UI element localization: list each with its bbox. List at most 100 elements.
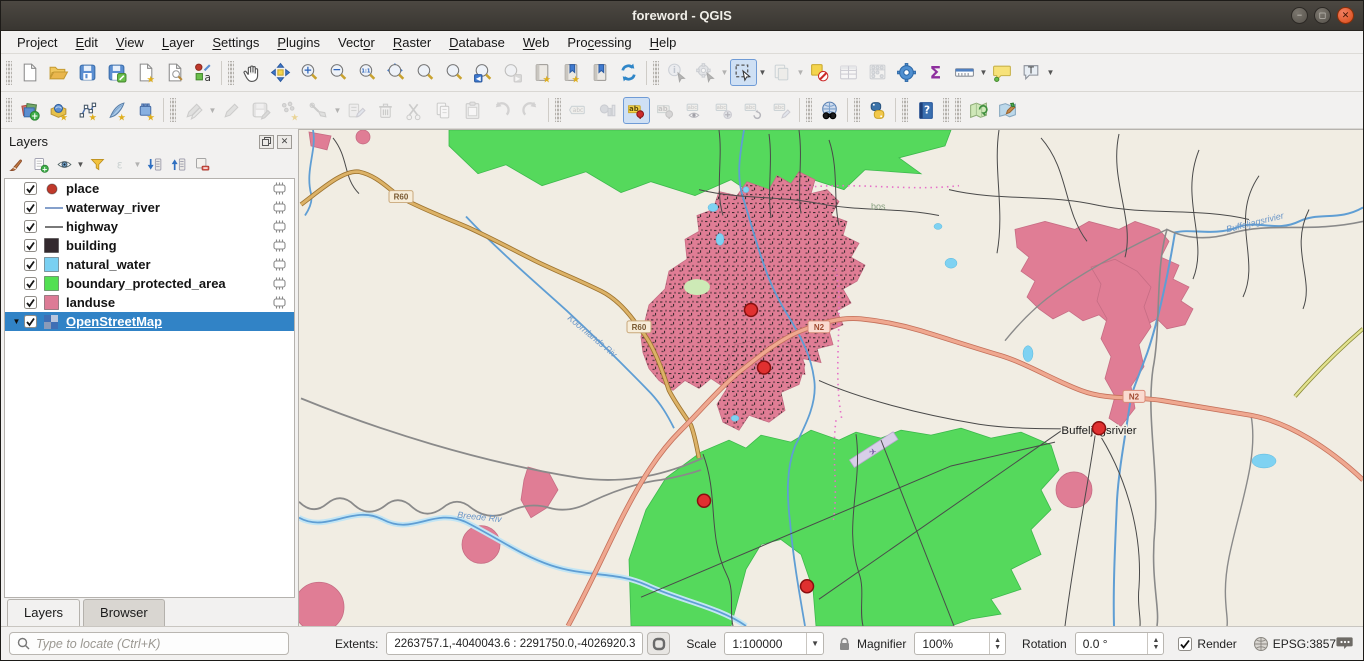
measure-button[interactable] [951, 59, 978, 86]
layer-labeling-options-button[interactable]: abc [565, 97, 592, 124]
statistical-summary-button[interactable] [864, 59, 891, 86]
copy-features-button[interactable] [430, 97, 457, 124]
vertex-tool-dropdown[interactable]: ▼ [333, 106, 342, 115]
toolbar-grip[interactable] [943, 98, 949, 122]
filter-legend-button[interactable] [86, 153, 109, 175]
statistics-panel-button[interactable]: Σ [922, 59, 949, 86]
show-layout-manager-button[interactable] [161, 59, 188, 86]
layer-row-OpenStreetMap[interactable]: ▼OpenStreetMap [5, 312, 294, 331]
select-features-button[interactable] [730, 59, 757, 86]
data-source-manager-button[interactable]: + [16, 97, 43, 124]
layer-diagram-options-button[interactable] [594, 97, 621, 124]
spin-arrows-icon[interactable]: ▲▼ [989, 633, 1005, 654]
menu-web[interactable]: Web [515, 33, 558, 52]
menu-help[interactable]: Help [642, 33, 685, 52]
run-feature-action-button[interactable] [692, 59, 719, 86]
collapse-all-button[interactable] [167, 153, 190, 175]
multiedit-attributes-button[interactable] [343, 97, 370, 124]
change-label-button[interactable]: abc [768, 97, 795, 124]
memory-layer-icon[interactable] [272, 239, 287, 252]
save-project-as-button[interactable] [103, 59, 130, 86]
new-print-layout-button[interactable]: ★ [132, 59, 159, 86]
menu-project[interactable]: Project [9, 33, 65, 52]
manage-map-themes-button[interactable] [53, 153, 76, 175]
select-by-form-dropdown[interactable]: ▼ [796, 68, 805, 77]
open-attribute-table-button[interactable] [835, 59, 862, 86]
identify-features-button[interactable]: i [663, 59, 690, 86]
toolbar-grip[interactable] [955, 98, 961, 122]
quickmap-services-button[interactable] [965, 97, 992, 124]
memory-layer-icon[interactable] [272, 296, 287, 309]
crs-status[interactable]: EPSG:3857 [1273, 637, 1336, 651]
layer-checkbox[interactable] [24, 239, 37, 252]
maximize-button[interactable]: ◻ [1314, 7, 1331, 24]
run-feature-action-dropdown[interactable]: ▼ [720, 68, 729, 77]
layer-row-building[interactable]: building [5, 236, 294, 255]
new-bookmark-button[interactable]: ★ [528, 59, 555, 86]
magnifier-spinbox[interactable]: 100% ▲▼ [914, 632, 1006, 655]
current-edits-button[interactable] [180, 97, 207, 124]
toggle-editing-button[interactable] [218, 97, 245, 124]
pin-labels-button[interactable]: ab [623, 97, 650, 124]
memory-layer-icon[interactable] [272, 277, 287, 290]
toolbar-grip[interactable] [6, 98, 12, 122]
close-button[interactable]: ✕ [1337, 7, 1354, 24]
layer-row-landuse[interactable]: landuse [5, 293, 294, 312]
memory-layer-icon[interactable] [272, 182, 287, 195]
tab-browser[interactable]: Browser [83, 599, 165, 626]
digitize-button[interactable]: ★ [276, 97, 303, 124]
toolbar-grip[interactable] [854, 98, 860, 122]
new-shapefile-layer-button[interactable]: ★ [74, 97, 101, 124]
zoom-to-layer-button[interactable] [441, 59, 468, 86]
filter-by-expression-button[interactable]: ε [110, 153, 133, 175]
menu-vector[interactable]: Vector [330, 33, 383, 52]
style-manager-button[interactable]: a [190, 59, 217, 86]
remove-layer-button[interactable] [191, 153, 214, 175]
zoom-next-button[interactable]: ▶ [499, 59, 526, 86]
rotation-spinbox[interactable]: 0.0 ° ▲▼ [1075, 632, 1165, 655]
toolbar-grip[interactable] [228, 61, 234, 85]
toolbar-grip[interactable] [555, 98, 561, 122]
render-checkbox[interactable]: Render [1178, 637, 1236, 651]
layer-checkbox[interactable] [24, 220, 37, 233]
zoom-to-selection-button[interactable] [412, 59, 439, 86]
layer-checkbox[interactable] [24, 296, 37, 309]
text-annotation-button[interactable]: T [1018, 59, 1045, 86]
map-canvas[interactable]: ✈ [299, 129, 1363, 626]
filter-by-expression-dropdown[interactable]: ▼ [133, 160, 142, 169]
menu-layer[interactable]: Layer [154, 33, 203, 52]
pan-map-button[interactable] [238, 59, 265, 86]
memory-layer-icon[interactable] [272, 220, 287, 233]
map-tips-button[interactable] [989, 59, 1016, 86]
bookmark-manager-button[interactable] [586, 59, 613, 86]
save-layer-edits-button[interactable] [247, 97, 274, 124]
zoom-native-button[interactable]: 1:1 [354, 59, 381, 86]
text-annotation-dropdown[interactable]: ▼ [1046, 68, 1055, 77]
toolbar-grip[interactable] [6, 61, 12, 85]
memory-layer-icon[interactable] [272, 258, 287, 271]
new-project-button[interactable] [16, 59, 43, 86]
python-console-button[interactable] [864, 97, 891, 124]
show-hide-labels-button[interactable]: abc [681, 97, 708, 124]
qosm-plugin-button[interactable] [994, 97, 1021, 124]
save-project-button[interactable] [74, 59, 101, 86]
extent-sync-button[interactable] [647, 632, 670, 655]
layer-checkbox[interactable] [24, 277, 37, 290]
chevron-down-icon[interactable]: ▼ [806, 633, 823, 654]
zoom-last-button[interactable]: ◀ [470, 59, 497, 86]
extents-value[interactable]: 2263757.1,-4040043.6 : 2291750.0,-402692… [386, 632, 643, 655]
cut-features-button[interactable] [401, 97, 428, 124]
layer-row-highway[interactable]: highway [5, 217, 294, 236]
zoom-in-button[interactable]: + [296, 59, 323, 86]
layer-checkbox[interactable] [24, 258, 37, 271]
select-by-form-button[interactable] [768, 59, 795, 86]
expander-icon[interactable]: ▼ [9, 317, 24, 326]
toolbar-grip[interactable] [902, 98, 908, 122]
layer-row-waterway_river[interactable]: waterway_river [5, 198, 294, 217]
minimize-button[interactable]: − [1291, 7, 1308, 24]
zoom-full-button[interactable] [383, 59, 410, 86]
menu-raster[interactable]: Raster [385, 33, 439, 52]
new-geopackage-layer-button[interactable]: ★ [45, 97, 72, 124]
zoom-out-button[interactable]: − [325, 59, 352, 86]
expand-all-button[interactable] [143, 153, 166, 175]
